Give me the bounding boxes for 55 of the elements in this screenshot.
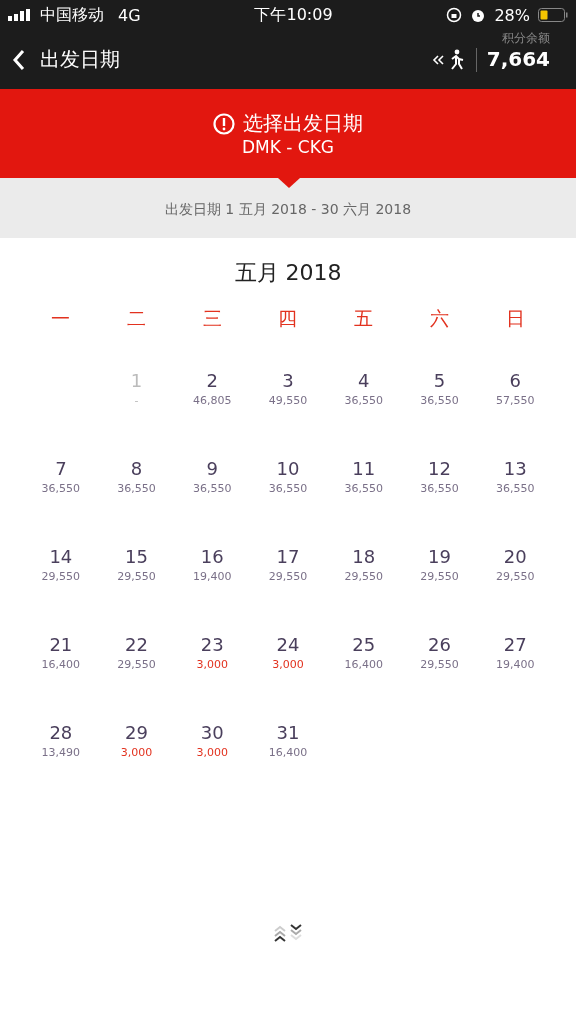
date-range: 出发日期 1 五月 2018 - 30 六月 2018 — [164, 201, 412, 219]
day-cell[interactable]: 7 36,550 — [23, 448, 99, 536]
weekday-label: 三 — [202, 307, 222, 329]
weekday-label: 一 — [51, 307, 71, 329]
battery-percent: 28% — [494, 5, 530, 25]
route: DMK - CKG — [241, 137, 334, 157]
day-cell[interactable]: 8 36,550 — [98, 448, 175, 536]
clock: 下午10:09 — [254, 4, 333, 26]
weekday-label: 五 — [354, 307, 374, 329]
day-cell[interactable]: 19 29,550 — [401, 536, 478, 624]
signal-icon — [8, 9, 32, 21]
day-cell[interactable]: 2 46,805 — [174, 360, 251, 448]
day-cell[interactable]: 23 3,000 — [174, 624, 251, 712]
day-cell[interactable]: 6 57,550 — [477, 360, 553, 448]
day-cell[interactable]: 10 36,550 — [250, 448, 326, 536]
day-cell[interactable]: 25 16,400 — [325, 624, 402, 712]
weekday-label: 六 — [429, 307, 449, 329]
page-title: 出发日期 — [40, 46, 120, 73]
day-cell[interactable]: 20 29,550 — [477, 536, 553, 624]
banner-title: 选择出发日期 — [243, 110, 363, 137]
day-cell[interactable]: 11 36,550 — [325, 448, 402, 536]
alert-icon — [213, 112, 235, 135]
points-balance: 7,664 — [486, 47, 550, 71]
day-cell[interactable]: 15 29,550 — [98, 536, 175, 624]
running-person-icon — [431, 48, 466, 71]
day-cell[interactable]: 26 29,550 — [401, 624, 478, 712]
day-cell[interactable]: 16 19,400 — [174, 536, 251, 624]
day-cell[interactable]: 28 13,490 — [23, 712, 99, 800]
day-cell[interactable]: 13 36,550 — [477, 448, 553, 536]
day-cell[interactable]: 30 3,000 — [174, 712, 251, 800]
day-cell[interactable]: 5 36,550 — [401, 360, 478, 448]
day-cell[interactable]: 22 29,550 — [98, 624, 175, 712]
day-cell[interactable]: 18 29,550 — [325, 536, 402, 624]
alarm-icon — [470, 7, 487, 23]
day-cell[interactable]: 27 19,400 — [477, 624, 553, 712]
network-type: 4G — [118, 5, 141, 25]
day-cell[interactable]: 14 29,550 — [23, 536, 99, 624]
day-cell[interactable]: 17 29,550 — [250, 536, 326, 624]
month-title: 五月 2018 — [234, 260, 342, 285]
day-cell[interactable]: 3 49,550 — [250, 360, 326, 448]
day-cell[interactable]: 29 3,000 — [98, 712, 175, 800]
weekday-label: 四 — [278, 307, 298, 329]
day-cell[interactable]: 31 16,400 — [250, 712, 326, 800]
day-cell[interactable]: 24 3,000 — [250, 624, 326, 712]
rotation-lock-icon — [446, 7, 463, 23]
day-cell[interactable]: 9 36,550 — [174, 448, 251, 536]
back-icon[interactable] — [12, 48, 26, 71]
points-label: 积分余额 — [502, 30, 550, 47]
day-cell[interactable]: 12 36,550 — [401, 448, 478, 536]
weekday-label: 日 — [505, 307, 525, 329]
day-cell[interactable]: 4 36,550 — [325, 360, 402, 448]
battery-icon — [538, 8, 568, 22]
carrier-name: 中国移动 — [40, 4, 104, 26]
weekday-label: 二 — [127, 307, 147, 329]
day-cell[interactable]: 21 16,400 — [23, 624, 99, 712]
